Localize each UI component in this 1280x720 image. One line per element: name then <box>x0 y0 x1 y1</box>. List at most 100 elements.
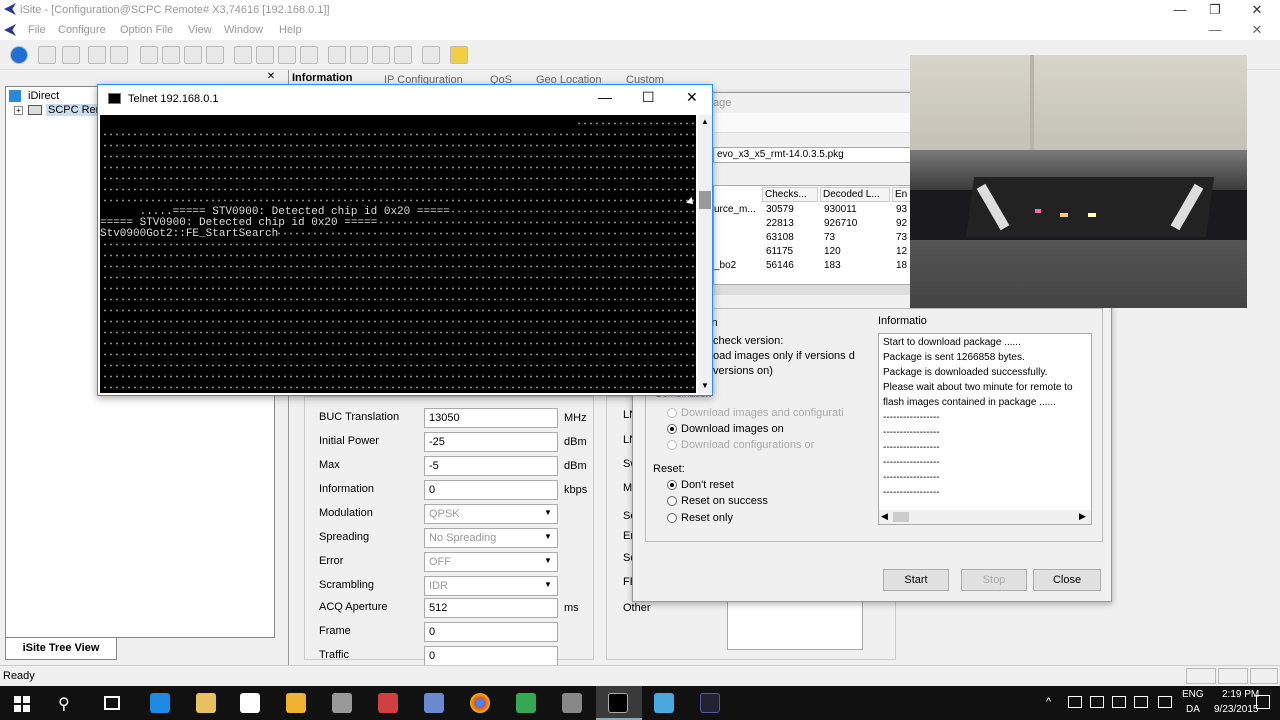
menu-view[interactable]: View <box>188 24 212 36</box>
field-value[interactable]: 13050 <box>424 408 558 428</box>
field-value[interactable]: IDR <box>424 576 558 596</box>
col-checksum[interactable]: Checks... <box>762 187 818 202</box>
menu-configure[interactable]: Configure <box>58 24 106 36</box>
start-icon[interactable] <box>14 696 30 712</box>
menu-file[interactable]: File <box>28 24 46 36</box>
file-explorer-icon[interactable] <box>196 693 216 713</box>
lang-indicator-2[interactable]: DA <box>1186 704 1200 715</box>
telnet-scrollbar[interactable]: ▲ ▼ <box>698 115 712 393</box>
app-icon-1[interactable] <box>286 693 306 713</box>
clock-date[interactable]: 9/23/2015 <box>1214 704 1259 715</box>
menu-window[interactable]: Window <box>224 24 263 36</box>
telnet-close-button[interactable]: ✕ <box>686 89 698 106</box>
search-icon[interactable]: ⚲ <box>58 694 70 714</box>
dropdown-arrow-icon[interactable]: ▼ <box>544 508 552 517</box>
toolbar-tool-12[interactable] <box>328 46 346 64</box>
toolbar-tool-8[interactable] <box>234 46 252 64</box>
app-icon-4[interactable] <box>424 693 444 713</box>
save-icon[interactable] <box>110 46 128 64</box>
clock-time[interactable]: 2:19 PM <box>1222 689 1259 700</box>
tray-chevron-icon[interactable]: ^ <box>1046 696 1051 708</box>
field-value[interactable]: 0 <box>424 622 558 642</box>
dropdown-arrow-icon[interactable]: ▼ <box>544 556 552 565</box>
toolbar-tool-9[interactable] <box>256 46 274 64</box>
scroll-down-icon[interactable]: ▼ <box>701 381 709 390</box>
stop-button[interactable]: Stop <box>961 569 1027 591</box>
volume-icon[interactable] <box>1134 696 1148 708</box>
menu-bar: File Configure Option File View Window H… <box>0 20 1280 40</box>
menu-option-file[interactable]: Option File <box>120 24 173 36</box>
other-textbox[interactable] <box>727 600 863 650</box>
toolbar-tool-15[interactable] <box>394 46 412 64</box>
app-icon-3[interactable] <box>378 693 398 713</box>
expand-icon[interactable]: + <box>14 106 23 115</box>
toolbar-tool-6[interactable] <box>184 46 202 64</box>
col-decoded[interactable]: Decoded L... <box>820 187 890 202</box>
tree-view-tab[interactable]: iSite Tree View <box>5 638 117 660</box>
field-unit: dBm <box>564 436 587 448</box>
field-value[interactable]: 0 <box>424 646 558 666</box>
minimize-button[interactable]: — <box>1160 0 1200 20</box>
scroll-thumb[interactable] <box>893 512 909 522</box>
telnet-console[interactable]: .....===== STV0900: Detected chip id 0x2… <box>100 115 696 393</box>
tree-root-label[interactable]: iDirect <box>28 90 59 102</box>
app-icon-2[interactable] <box>332 693 352 713</box>
console-task-icon[interactable] <box>608 693 628 713</box>
tray-icon-1[interactable] <box>1068 696 1082 708</box>
status-pane-2 <box>1218 668 1248 684</box>
toolbar-tool-1[interactable] <box>38 46 56 64</box>
tray-icon-3[interactable] <box>1158 696 1172 708</box>
app-icon-6[interactable] <box>654 693 674 713</box>
toolbar-tool-4[interactable] <box>140 46 158 64</box>
field-value[interactable]: No Spreading <box>424 528 558 548</box>
help-icon[interactable] <box>450 46 468 64</box>
child-close-button[interactable]: ✕ <box>1237 20 1277 40</box>
scroll-up-icon[interactable]: ▲ <box>701 117 709 126</box>
toolbar-tool-14[interactable] <box>372 46 390 64</box>
field-value[interactable]: -5 <box>424 456 558 476</box>
telnet-minimize-button[interactable]: — <box>598 89 612 105</box>
close-button[interactable]: ✕ <box>1237 0 1277 20</box>
toolbar-tool-7[interactable] <box>206 46 224 64</box>
toolbar-tool-3[interactable] <box>88 46 106 64</box>
field-value[interactable]: OFF <box>424 552 558 572</box>
telnet-scroll-thumb[interactable] <box>699 191 711 209</box>
toolbar-tool-16[interactable] <box>422 46 440 64</box>
toolbar-tool-2[interactable] <box>62 46 80 64</box>
telnet-maximize-button[interactable]: ☐ <box>642 89 655 106</box>
toolbar-tool-10[interactable] <box>278 46 296 64</box>
toolbar-tool-5[interactable] <box>162 46 180 64</box>
info-hscroll[interactable]: ◀ ▶ <box>879 510 1091 524</box>
dropdown-arrow-icon[interactable]: ▼ <box>544 580 552 589</box>
edge-icon[interactable] <box>150 693 170 713</box>
scroll-left-icon[interactable]: ◀ <box>881 511 888 522</box>
field-value[interactable]: 0 <box>424 480 558 500</box>
app-icon-5[interactable] <box>562 693 582 713</box>
tree-close-icon[interactable]: ✕ <box>265 71 277 83</box>
menu-help[interactable]: Help <box>279 24 302 36</box>
field-value[interactable]: 512 <box>424 598 558 618</box>
isite-task-icon[interactable] <box>700 693 720 713</box>
field-unit: kbps <box>564 484 588 496</box>
scroll-right-icon[interactable]: ▶ <box>1079 511 1086 522</box>
toolbar-tool-11[interactable] <box>300 46 318 64</box>
child-minimize-button[interactable]: — <box>1195 20 1235 40</box>
task-view-icon[interactable] <box>104 696 120 710</box>
start-button[interactable]: Start <box>883 569 949 591</box>
globe-icon[interactable] <box>10 46 28 64</box>
chrome-icon[interactable] <box>470 693 490 713</box>
toolbar-tool-13[interactable] <box>350 46 368 64</box>
notifications-icon[interactable] <box>1256 695 1270 709</box>
field-value[interactable]: QPSK <box>424 504 558 524</box>
maximize-button[interactable]: ❐ <box>1195 0 1235 20</box>
network-icon[interactable] <box>1112 696 1126 708</box>
dropdown-arrow-icon[interactable]: ▼ <box>544 532 552 541</box>
store-icon[interactable] <box>240 693 260 713</box>
field-label: Scrambling <box>319 579 375 591</box>
drive-icon[interactable] <box>516 693 536 713</box>
close-dialog-button[interactable]: Close <box>1033 569 1101 591</box>
field-value[interactable]: -25 <box>424 432 558 452</box>
lang-indicator[interactable]: ENG <box>1182 689 1204 700</box>
tray-icon-2[interactable] <box>1090 696 1104 708</box>
tab-information[interactable]: Information <box>292 72 353 84</box>
